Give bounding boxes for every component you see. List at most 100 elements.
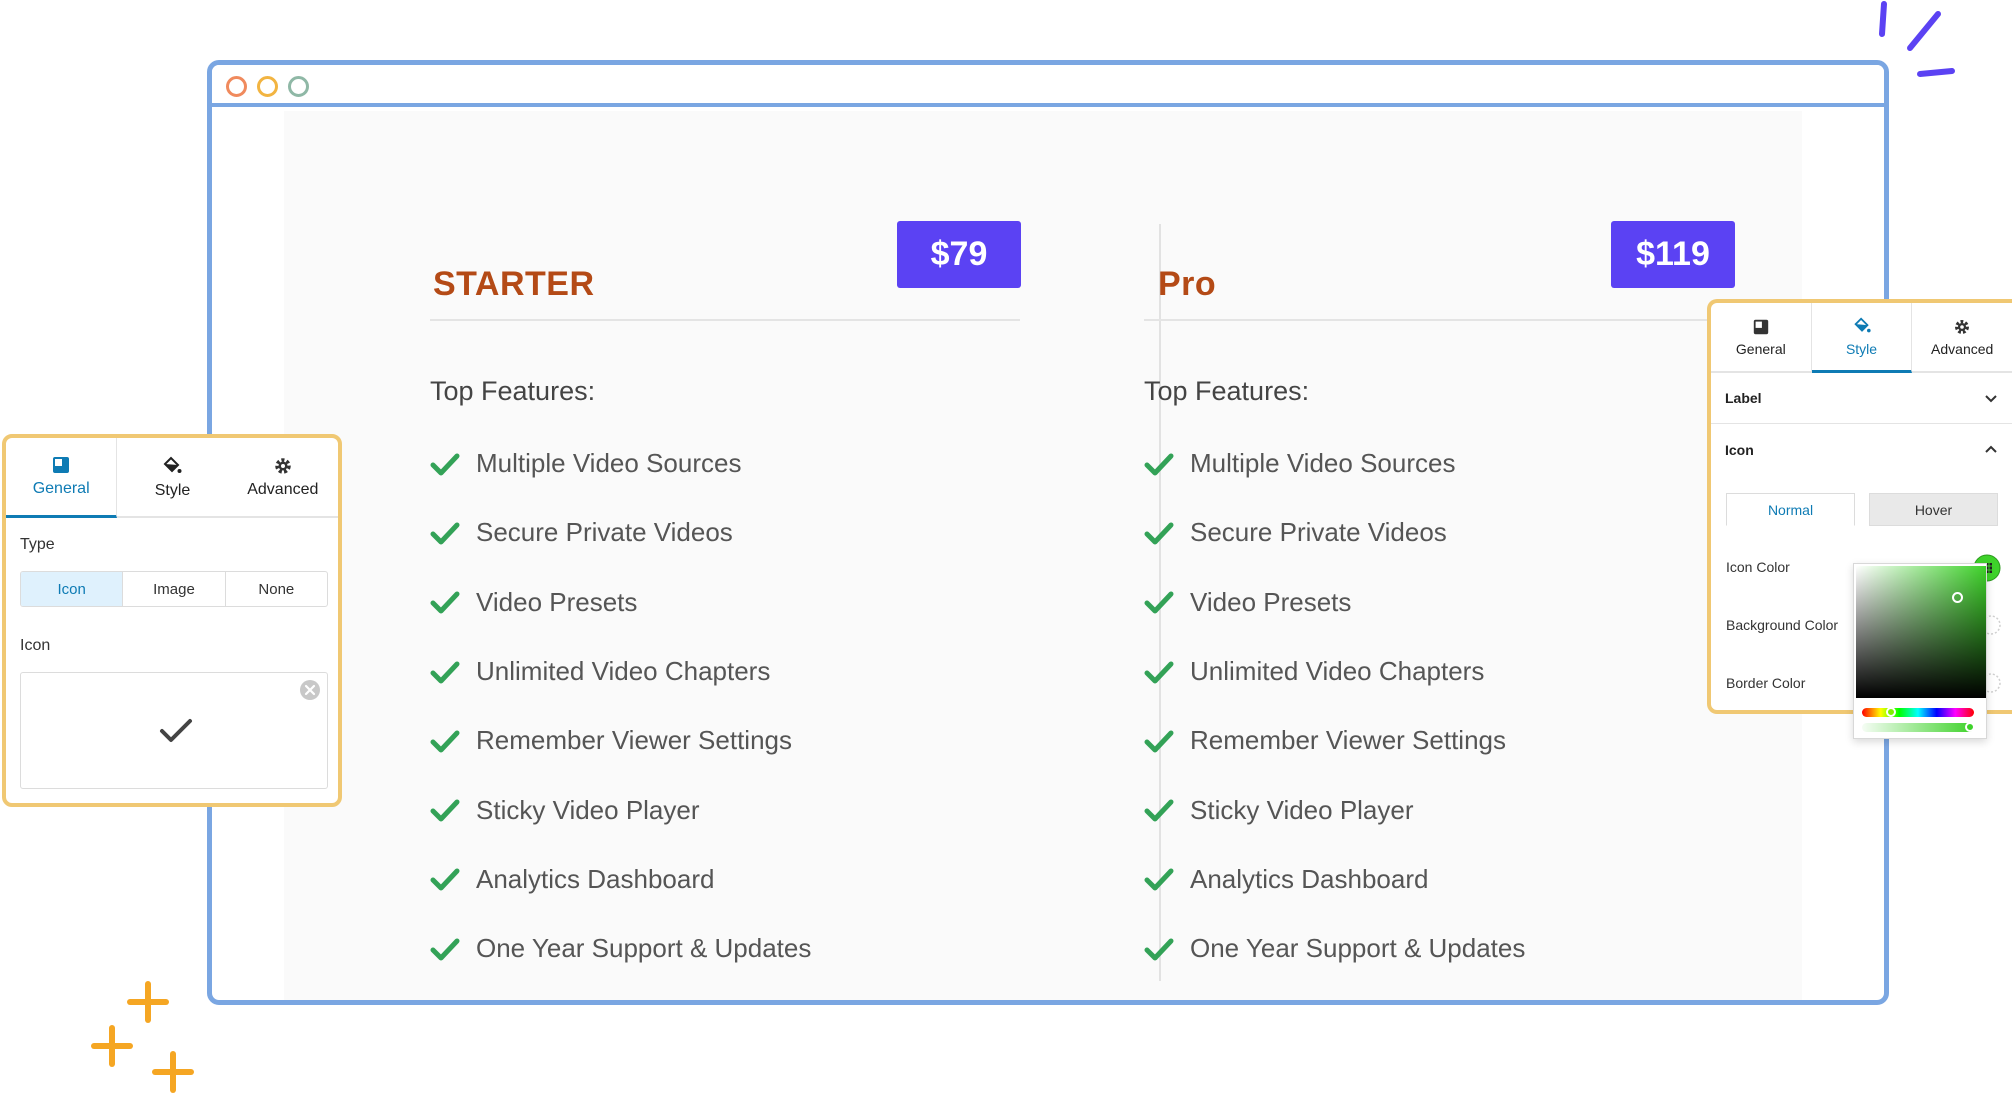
chevron-up-icon bbox=[1985, 445, 1997, 453]
feature-item: Multiple Video Sources bbox=[430, 429, 811, 498]
paint-bucket-icon bbox=[164, 456, 182, 473]
tab-label: Advanced bbox=[1931, 340, 1994, 357]
features-heading: Top Features: bbox=[1144, 376, 1310, 406]
tab-general[interactable]: General bbox=[1711, 303, 1812, 371]
tab-label: General bbox=[1735, 340, 1786, 357]
checkmark-icon bbox=[430, 522, 460, 545]
close-window-dot[interactable] bbox=[226, 76, 247, 97]
plan-header-divider bbox=[1144, 319, 1734, 321]
features-heading: Top Features: bbox=[430, 376, 596, 406]
feature-label: Analytics Dashboard bbox=[1190, 863, 1429, 894]
checkmark-icon bbox=[1144, 591, 1174, 614]
tab-label: General bbox=[32, 480, 90, 497]
checkmark-icon bbox=[1144, 938, 1174, 961]
checkmark-icon bbox=[430, 938, 460, 961]
feature-item: Multiple Video Sources bbox=[1144, 429, 1525, 498]
feature-label: Unlimited Video Chapters bbox=[476, 656, 771, 687]
browser-titlebar bbox=[212, 65, 1884, 107]
feature-item: Analytics Dashboard bbox=[1144, 845, 1525, 914]
checkmark-icon bbox=[1144, 522, 1174, 545]
type-option-none[interactable]: None bbox=[226, 572, 327, 606]
icon-label: Icon bbox=[20, 637, 51, 654]
color-picker-handle[interactable] bbox=[1952, 592, 1963, 603]
feature-label: Multiple Video Sources bbox=[1190, 448, 1456, 479]
pricing-table: STARTER $79 Top Features: Multiple Video… bbox=[284, 111, 1802, 1000]
browser-window: STARTER $79 Top Features: Multiple Video… bbox=[207, 60, 1889, 1005]
layout-icon bbox=[1753, 319, 1769, 334]
type-option-image[interactable]: Image bbox=[123, 572, 226, 606]
checkmark-icon bbox=[430, 730, 460, 753]
feature-item: One Year Support & Updates bbox=[430, 914, 811, 983]
feature-label: Multiple Video Sources bbox=[476, 448, 742, 479]
checkmark-icon bbox=[1144, 799, 1174, 822]
tab-style[interactable]: Style bbox=[1811, 303, 1913, 373]
feature-label: Video Presets bbox=[1190, 586, 1352, 617]
saturation-value-area[interactable] bbox=[1856, 566, 1986, 698]
feature-label: Sticky Video Player bbox=[476, 794, 700, 825]
price-badge: $79 bbox=[897, 221, 1021, 288]
plan-name: Pro bbox=[1158, 265, 1217, 303]
field-label-icon-color: Icon Color bbox=[1726, 559, 1790, 575]
section-icon-toggle[interactable]: Icon bbox=[1711, 424, 2012, 475]
section-title: Icon bbox=[1725, 441, 1754, 458]
feature-list: Multiple Video Sources Secure Private Vi… bbox=[1144, 429, 1525, 983]
feature-item: Remember Viewer Settings bbox=[430, 706, 811, 775]
plan-name: STARTER bbox=[433, 265, 595, 303]
maximize-window-dot[interactable] bbox=[288, 76, 309, 97]
feature-label: Video Presets bbox=[476, 586, 638, 617]
feature-item: One Year Support & Updates bbox=[1144, 914, 1525, 983]
tab-advanced[interactable]: Advanced bbox=[228, 438, 338, 516]
orange-plus-sparkles bbox=[91, 981, 194, 1093]
field-label-background-color: Background Color bbox=[1726, 617, 1839, 633]
tab-style[interactable]: Style bbox=[117, 438, 227, 516]
hue-slider[interactable] bbox=[1862, 707, 1974, 717]
gear-icon bbox=[1955, 319, 1970, 334]
section-title: Label bbox=[1725, 390, 1762, 406]
tab-label: Style bbox=[1845, 341, 1878, 357]
panel-tabs: General Style Advanced bbox=[6, 438, 338, 518]
minimize-window-dot[interactable] bbox=[257, 76, 278, 97]
feature-item: Unlimited Video Chapters bbox=[430, 637, 811, 706]
checkmark-icon bbox=[1144, 730, 1174, 753]
feature-item: Remember Viewer Settings bbox=[1144, 706, 1525, 775]
checkmark-icon bbox=[1144, 661, 1174, 684]
icon-settings-panel: General Style Advanced Type Icon Image N… bbox=[2, 434, 342, 807]
tab-normal[interactable]: Normal bbox=[1726, 493, 1855, 526]
tab-label: Advanced bbox=[247, 480, 319, 498]
checkmark-icon bbox=[430, 661, 460, 684]
checkmark-icon bbox=[430, 799, 460, 822]
icon-picker[interactable] bbox=[20, 672, 328, 789]
field-label-border-color: Border Color bbox=[1726, 675, 1806, 691]
feature-label: Sticky Video Player bbox=[1190, 794, 1414, 825]
feature-item: Sticky Video Player bbox=[1144, 775, 1525, 844]
layout-icon bbox=[53, 457, 70, 473]
feature-label: One Year Support & Updates bbox=[476, 933, 812, 964]
alpha-slider-handle[interactable] bbox=[1965, 722, 1975, 732]
feature-list: Multiple Video Sources Secure Private Vi… bbox=[430, 429, 811, 983]
state-tabs: Normal Hover bbox=[1726, 493, 1998, 526]
tab-advanced[interactable]: Advanced bbox=[1912, 303, 2012, 371]
feature-label: Remember Viewer Settings bbox=[1190, 725, 1506, 756]
feature-item: Secure Private Videos bbox=[430, 498, 811, 567]
feature-item: Video Presets bbox=[430, 568, 811, 637]
type-label: Type bbox=[20, 536, 55, 553]
section-label-toggle[interactable]: Label bbox=[1711, 373, 2012, 424]
feature-item: Unlimited Video Chapters bbox=[1144, 637, 1525, 706]
color-picker-popover bbox=[1853, 563, 1987, 739]
tab-general[interactable]: General bbox=[6, 438, 118, 518]
hue-slider-handle[interactable] bbox=[1886, 707, 1896, 717]
feature-item: Analytics Dashboard bbox=[430, 845, 811, 914]
alpha-slider[interactable] bbox=[1862, 722, 1975, 732]
checkmark-icon bbox=[1144, 453, 1174, 476]
feature-item: Secure Private Videos bbox=[1144, 498, 1525, 567]
chevron-down-icon bbox=[1985, 395, 1997, 403]
feature-label: Unlimited Video Chapters bbox=[1190, 656, 1485, 687]
checkmark-icon bbox=[1144, 868, 1174, 891]
plan-header-divider bbox=[430, 319, 1020, 321]
feature-item: Video Presets bbox=[1144, 568, 1525, 637]
type-option-icon[interactable]: Icon bbox=[21, 572, 124, 606]
clear-icon-button[interactable] bbox=[299, 679, 321, 701]
tab-hover[interactable]: Hover bbox=[1869, 493, 1998, 526]
feature-label: One Year Support & Updates bbox=[1190, 933, 1526, 964]
feature-item: Sticky Video Player bbox=[430, 775, 811, 844]
